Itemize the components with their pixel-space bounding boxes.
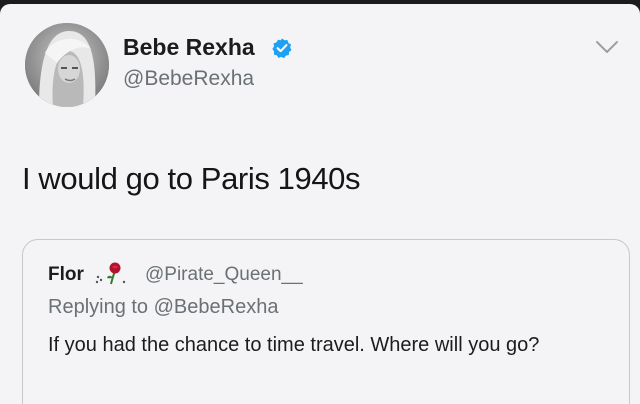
tweet-card[interactable]: Bebe Rexha @BebeRexha I would go to Pari… (0, 4, 640, 404)
verified-badge-icon (272, 38, 292, 59)
quoted-author-handle[interactable]: @Pirate_Queen__ (145, 264, 303, 286)
quoted-tweet-text: If you had the chance to time travel. Wh… (48, 334, 540, 356)
chevron-down-icon[interactable] (593, 37, 621, 57)
replying-to-line: Replying to @BebeRexha (48, 296, 278, 319)
tweet-text: I would go to Paris 1940s (22, 161, 361, 196)
author-handle[interactable]: @BebeRexha (123, 67, 254, 91)
quoted-author-name[interactable]: Flor (48, 264, 84, 286)
author-name[interactable]: Bebe Rexha (123, 34, 255, 61)
replying-prefix: Replying to (48, 296, 149, 318)
avatar[interactable] (25, 23, 109, 107)
avatar-image (25, 23, 109, 107)
quoted-tweet[interactable]: Flor @Pirate_Queen__ Replying to @BebeRe… (22, 239, 630, 404)
replying-mention-link[interactable]: @BebeRexha (154, 296, 279, 318)
rose-icon (95, 262, 126, 285)
